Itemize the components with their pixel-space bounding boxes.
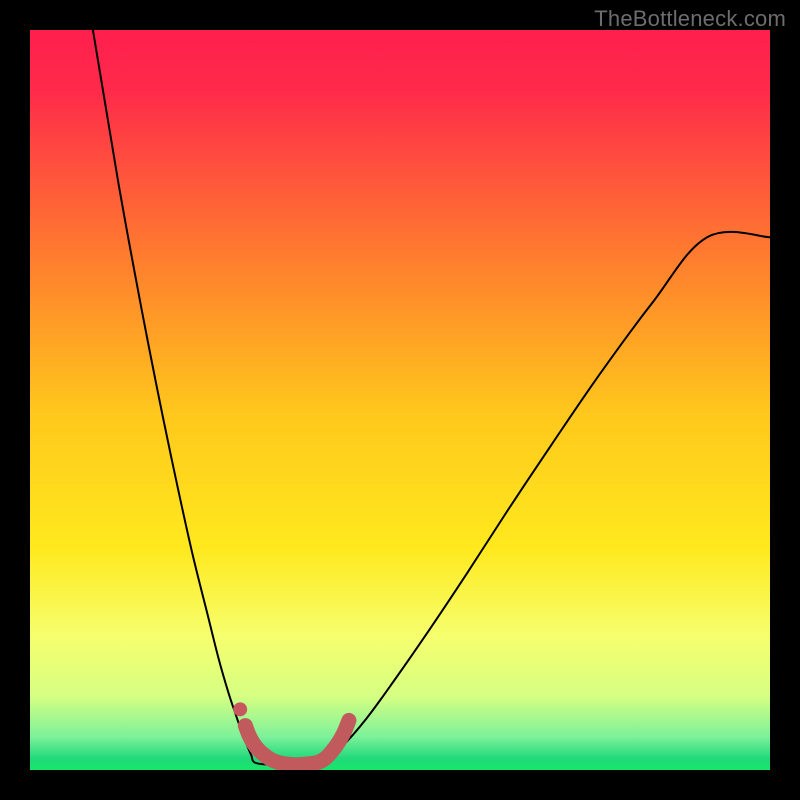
gradient-background [30, 30, 770, 770]
chart-container: TheBottleneck.com [0, 0, 800, 800]
watermark-text: TheBottleneck.com [594, 6, 786, 32]
left-dot-marker [233, 702, 247, 716]
chart-svg [30, 30, 770, 770]
plot-area [30, 30, 770, 770]
